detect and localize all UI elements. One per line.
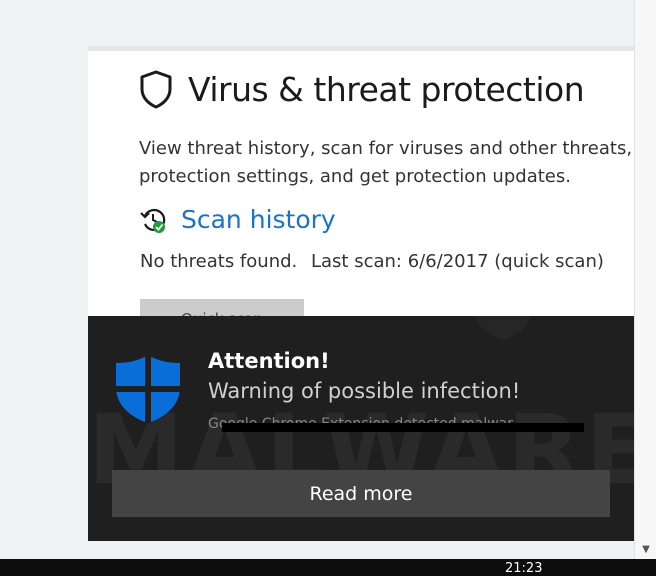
status-last-scan: Last scan: 6/6/2017 (quick scan) xyxy=(310,251,604,272)
redaction-bar xyxy=(222,423,584,432)
page-scrollbar[interactable]: ▼ xyxy=(634,0,656,559)
page-heading: Virus & threat protection xyxy=(138,69,585,109)
watermark-shield-icon xyxy=(476,316,530,340)
scroll-down-icon[interactable]: ▼ xyxy=(635,545,656,555)
taskbar: 21:23 xyxy=(0,559,656,576)
warning-notification-toast[interactable]: MALWARE Attention! Warning of possible i… xyxy=(88,316,634,541)
taskbar-clock[interactable]: 21:23 xyxy=(505,562,542,576)
shield-outline-icon xyxy=(140,70,172,109)
description-line-2: protection settings, and get protection … xyxy=(139,166,571,187)
read-more-button[interactable]: Read more xyxy=(112,470,610,517)
toast-title: Attention! xyxy=(208,349,330,373)
page-title: Virus & threat protection xyxy=(188,69,585,109)
scan-history-link[interactable]: Scan history xyxy=(139,205,336,234)
scan-history-icon xyxy=(140,208,166,233)
description-line-1: View threat history, scan for viruses an… xyxy=(139,138,634,159)
redacted-message: Google Chrome Extension detected malwar xyxy=(208,416,584,432)
defender-shield-icon xyxy=(116,355,180,423)
page-description: View threat history, scan for viruses an… xyxy=(139,135,634,191)
scan-history-label[interactable]: Scan history xyxy=(181,205,336,234)
scan-status: No threats found. Last scan: 6/6/2017 (q… xyxy=(140,251,604,272)
status-no-threats: No threats found. xyxy=(140,251,298,272)
virus-protection-panel: Virus & threat protection View threat hi… xyxy=(88,46,634,323)
toast-subtitle: Warning of possible infection! xyxy=(208,379,521,403)
